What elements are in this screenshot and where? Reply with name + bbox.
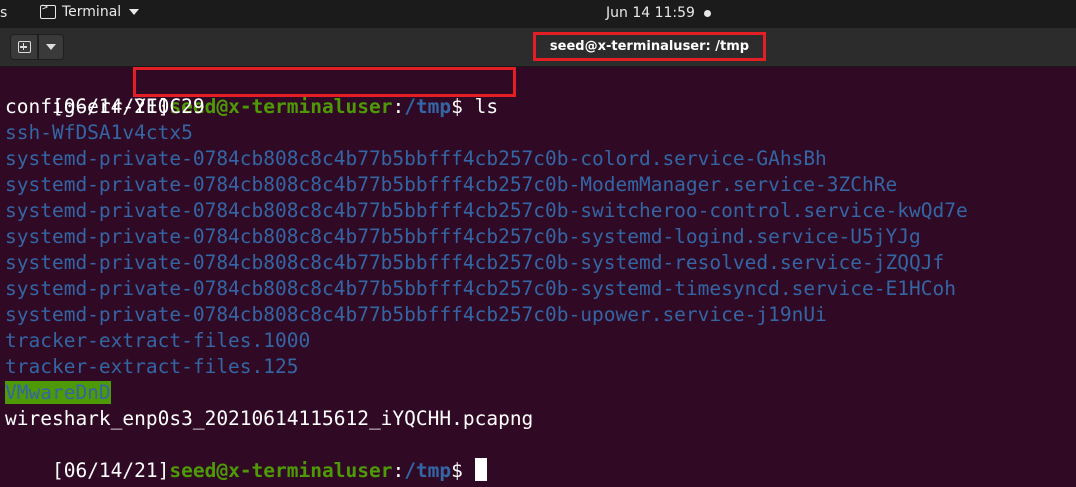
list-item: ssh-WfDSA1v4ctx5 [5, 121, 193, 144]
clock[interactable]: Jun 14 11:59 [606, 5, 695, 21]
top-bar: s Terminal Jun 14 11:59 [0, 0, 1076, 28]
new-tab-button[interactable] [10, 34, 38, 60]
app-menu[interactable]: Terminal [40, 2, 140, 20]
app-menu-label: Terminal [62, 4, 122, 20]
list-item: systemd-private-0784cb808c8c4b77b5bbfff4… [5, 277, 956, 300]
list-item: tracker-extract-files.1000 [5, 329, 311, 352]
terminal-headerbar: seed@x-terminaluser: /tmp [0, 28, 1076, 67]
list-item: systemd-private-0784cb808c8c4b77b5bbfff4… [5, 251, 945, 274]
new-tab-icon [17, 41, 31, 53]
list-item: systemd-private-0784cb808c8c4b77b5bbfff4… [5, 147, 827, 170]
prompt-path: /tmp [404, 95, 452, 118]
prompt-user: seed@x-terminaluser [169, 459, 393, 482]
chevron-down-icon [129, 9, 140, 15]
list-item: wireshark_enp0s3_20210614115612_iYQCHH.p… [5, 407, 534, 430]
notification-dot-icon [704, 10, 711, 17]
prompt-highlight-box [133, 67, 516, 97]
list-item: tracker-extract-files.125 [5, 355, 299, 378]
prompt-line: [06/14/21]seed@x-terminaluser:/tmp$ ls [5, 67, 516, 118]
list-item: VMwareDnD [5, 380, 111, 406]
prompt-path: /tmp [404, 459, 452, 482]
text-cursor [474, 458, 487, 481]
tab-menu-button[interactable] [38, 34, 64, 60]
list-item: systemd-private-0784cb808c8c4b77b5bbfff4… [5, 199, 968, 222]
command-text: ls [474, 95, 499, 118]
list-item: systemd-private-0784cb808c8c4b77b5bbfff4… [5, 173, 898, 196]
prompt-date: [06/14/21] [51, 459, 170, 482]
prompt-separator: : [392, 95, 405, 118]
list-item: config-err-YE0C29 [5, 95, 205, 118]
terminal-output[interactable]: [06/14/21]seed@x-terminaluser:/tmp$ ls c… [0, 67, 1076, 487]
activities-button[interactable]: s [0, 5, 7, 21]
terminal-icon [40, 2, 56, 19]
prompt-line: [06/14/21]seed@x-terminaluser:/tmp$ [5, 432, 487, 482]
prompt-symbol: $ [451, 459, 463, 482]
list-item: systemd-private-0784cb808c8c4b77b5bbfff4… [5, 225, 921, 248]
sticky-dir-name: VMwareDnD [5, 381, 111, 404]
list-item: systemd-private-0784cb808c8c4b77b5bbfff4… [5, 303, 827, 326]
chevron-down-icon [46, 44, 56, 50]
prompt-separator: : [392, 459, 405, 482]
prompt-symbol: $ [451, 95, 463, 118]
window-title: seed@x-terminaluser: /tmp [533, 32, 766, 61]
